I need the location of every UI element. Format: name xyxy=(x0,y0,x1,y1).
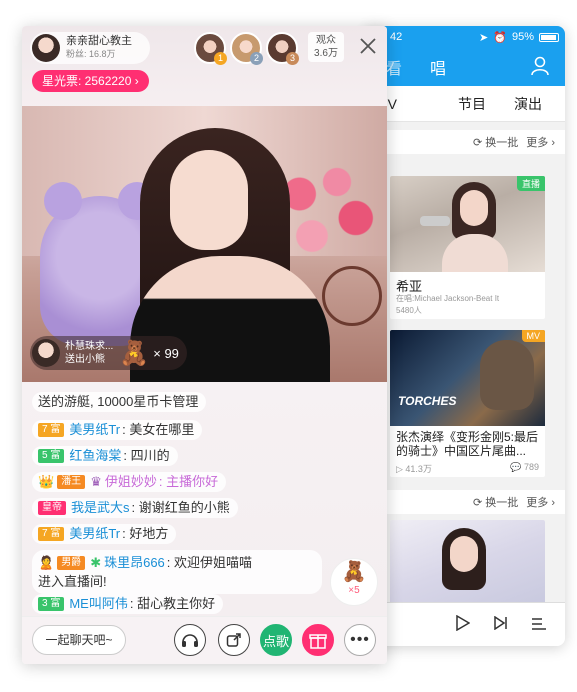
refresh-button[interactable]: ⟳ 换一批 xyxy=(473,134,518,150)
host-name: 亲亲甜心教主 xyxy=(66,35,132,47)
live-card[interactable]: 直播 希亚 在唱:Michael Jackson-Beat It 5480人 xyxy=(390,176,545,319)
battery-text: 95% xyxy=(511,31,534,43)
chat-message: 7 富 美男纸Tr : 美女在哪里 xyxy=(32,420,203,440)
mv-tag: MV xyxy=(521,330,545,342)
next-icon[interactable] xyxy=(494,615,508,635)
refresh-button[interactable]: ⟳ 换一批 xyxy=(473,494,518,510)
status-bar: 42 ➤ ⏰ 95% xyxy=(364,26,565,48)
rank-avatar-3[interactable]: 3 xyxy=(266,32,299,65)
live-card-2[interactable] xyxy=(390,520,545,604)
chat-message: 🙎 男爵 ✱ 珠里昂666 : 欢迎伊姐喵喵 进入直播间! xyxy=(32,550,322,594)
chat-input[interactable]: 一起聊天吧~ xyxy=(32,625,126,655)
gift-icon xyxy=(309,634,327,649)
live-video[interactable]: 朴慧珠求... 送出小熊 🧸 × 99 xyxy=(22,106,387,382)
chat-message: 5 富 红鱼海棠 : 四川的 xyxy=(32,446,178,466)
badge-icon: ♛ xyxy=(90,474,102,489)
card-subtitle: 在唱:Michael Jackson-Beat It xyxy=(396,294,500,303)
play-icon[interactable] xyxy=(456,614,471,636)
more-dots-icon: ••• xyxy=(350,631,370,648)
level-badge: 7 富 xyxy=(38,527,65,541)
chat-message: 7 富 美男纸Tr : 好地方 xyxy=(32,524,177,544)
user-name[interactable]: 红鱼海棠 xyxy=(69,446,121,466)
more-button[interactable]: ••• xyxy=(344,624,376,656)
back-phone: 42 ➤ ⏰ 95% 看 唱 MV 节目 演出 ⟳ 换一批 更多 › xyxy=(364,26,565,646)
live-room: 亲亲甜心教主 粉丝: 16.8万 1 2 3 观众 3.6万 星光票: 2562… xyxy=(22,26,387,664)
share-button[interactable] xyxy=(218,624,250,656)
live-tag: 直播 xyxy=(516,176,545,191)
tab-shows[interactable]: 演出 xyxy=(514,94,542,114)
level-badge: 3 富 xyxy=(38,597,65,611)
gift-sender: 朴慧珠求... xyxy=(65,341,114,352)
bottom-toolbar: 一起聊天吧~ 点歌 ••• xyxy=(22,616,387,664)
more-link[interactable]: 更多 › xyxy=(526,494,555,510)
tab-programs[interactable]: 节目 xyxy=(458,94,486,114)
viewer-count: 5480人 xyxy=(396,306,422,315)
crown-icon: 👑 xyxy=(38,474,55,489)
sender-avatar xyxy=(32,339,60,367)
top-nav: 看 唱 xyxy=(364,48,565,86)
gift-button[interactable] xyxy=(302,624,334,656)
streamer-image xyxy=(170,150,248,250)
bear-gift-icon: 🧸 xyxy=(119,339,150,367)
viewer-count[interactable]: 观众 3.6万 xyxy=(308,32,344,62)
close-icon[interactable] xyxy=(356,34,380,58)
live-thumbnail xyxy=(390,520,545,604)
badge-icon: ✱ xyxy=(90,555,102,570)
screen: 42 ➤ ⏰ 95% 看 唱 MV 节目 演出 ⟳ 换一批 更多 › xyxy=(0,0,577,692)
level-badge: 男爵 xyxy=(57,555,86,570)
card-title: 张杰演绎《变形金刚5:最后的骑士》中国区片尾曲... xyxy=(396,430,539,458)
playlist-icon[interactable] xyxy=(532,617,546,635)
tab-watch[interactable]: 看 xyxy=(386,55,402,79)
chat-message: 送的游艇, 10000星币卡管理 xyxy=(32,392,207,412)
mv-thumbnail: TORCHES xyxy=(390,330,545,426)
chat-message: 👑 潘王 ♛ 伊姐妙妙 : 主播你好 xyxy=(32,472,227,492)
gift-count: × 99 xyxy=(153,345,179,361)
combo-count: ×5 xyxy=(348,585,360,596)
status-time: 42 xyxy=(390,31,403,43)
player-bar xyxy=(364,602,565,646)
alarm-icon: ⏰ xyxy=(493,31,507,44)
user-name[interactable]: 美男纸Tr xyxy=(69,524,120,544)
person-icon: 🙎 xyxy=(38,555,55,570)
section-header: ⟳ 换一批 更多 › xyxy=(364,130,565,154)
gift-action: 送出小熊 xyxy=(65,354,105,365)
gift-combo-button[interactable]: 🧸 ×5 xyxy=(330,558,378,606)
level-badge: 7 富 xyxy=(38,423,65,437)
song-request-button[interactable]: 点歌 xyxy=(260,624,292,656)
mv-card[interactable]: TORCHES MV 张杰演绎《变形金刚5:最后的骑士》中国区片尾曲... ▷ … xyxy=(390,330,545,477)
rank-avatar-2[interactable]: 2 xyxy=(230,32,263,65)
rank-avatar-1[interactable]: 1 xyxy=(194,32,227,65)
gift-notification: 朴慧珠求... 送出小熊 🧸 × 99 xyxy=(30,336,187,370)
section-header-2: ⟳ 换一批 更多 › xyxy=(364,490,565,514)
location-icon: ➤ xyxy=(479,31,489,44)
private-chat-button[interactable] xyxy=(174,624,206,656)
user-name[interactable]: ME叫阿伟 xyxy=(69,594,128,614)
user-name[interactable]: 我是武大s xyxy=(71,498,130,518)
tab-sing[interactable]: 唱 xyxy=(430,55,446,79)
host-avatar[interactable] xyxy=(32,34,60,62)
chat-message: 3 富 ME叫阿伟 : 甜心教主你好 xyxy=(32,594,224,614)
share-icon xyxy=(226,633,241,647)
headset-icon xyxy=(182,634,198,647)
host-info[interactable]: 亲亲甜心教主 粉丝: 16.8万 xyxy=(30,32,150,64)
user-name[interactable]: 伊姐妙妙 xyxy=(105,472,157,492)
bear-gift-icon: 🧸 xyxy=(341,561,367,583)
comment-count: 💬 789 xyxy=(510,462,539,472)
host-fans: 粉丝: 16.8万 xyxy=(66,49,116,59)
star-ticket-badge[interactable]: 星光票: 2562220 › xyxy=(32,70,149,92)
level-badge: 皇帝 xyxy=(38,501,66,515)
level-badge: 潘王 xyxy=(57,475,86,489)
level-badge: 5 富 xyxy=(38,449,65,463)
profile-icon[interactable] xyxy=(531,56,549,81)
user-name[interactable]: 美男纸Tr xyxy=(69,420,120,440)
more-link[interactable]: 更多 › xyxy=(526,134,555,150)
category-tabs: MV 节目 演出 xyxy=(364,86,565,122)
play-count: ▷ 41.3万 xyxy=(396,464,432,474)
user-name[interactable]: 珠里昂666 xyxy=(104,553,165,572)
chat-message: 皇帝 我是武大s : 谢谢红鱼的小熊 xyxy=(32,498,238,518)
room-header: 亲亲甜心教主 粉丝: 16.8万 1 2 3 观众 3.6万 星光票: 2562… xyxy=(22,26,387,108)
battery-icon xyxy=(539,32,559,42)
